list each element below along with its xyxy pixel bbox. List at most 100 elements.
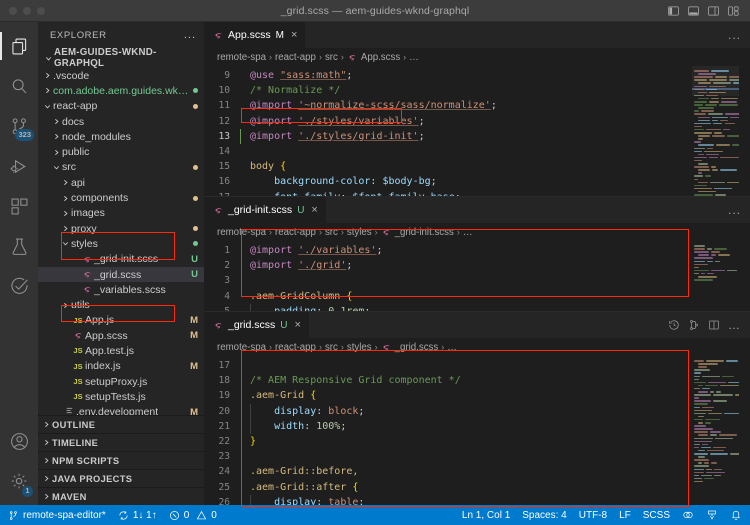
panel-left-icon[interactable] (667, 5, 680, 17)
breadcrumb-segment[interactable]: … (409, 52, 419, 63)
code-line[interactable]: 25.aem-Grid::after { (204, 480, 692, 495)
tree-item-react-app[interactable]: react-app (38, 99, 204, 114)
activity-manage[interactable]: 1 (0, 461, 38, 501)
split-editor-icon[interactable] (708, 319, 720, 331)
tab-close-icon[interactable]: × (295, 320, 301, 331)
tree-item-public[interactable]: public (38, 144, 204, 159)
code-line[interactable]: 23 (204, 449, 692, 464)
sidebar-panel-maven[interactable]: MAVEN (38, 487, 204, 505)
status-indentation[interactable]: Spaces: 4 (516, 505, 572, 525)
breadcrumb-segment[interactable]: … (447, 342, 457, 353)
minimize-window-button[interactable] (23, 7, 31, 15)
tree-item-styles[interactable]: styles (38, 236, 204, 251)
tree-item-components[interactable]: components (38, 190, 204, 205)
overview-ruler-3[interactable] (739, 356, 750, 505)
activity-accounts[interactable] (0, 421, 38, 461)
breadcrumb-segment[interactable]: remote-spa (217, 342, 266, 353)
close-window-button[interactable] (9, 7, 17, 15)
code-line[interactable]: 22} (204, 434, 692, 449)
code-line[interactable]: 20 display: block; (204, 404, 692, 419)
code-line[interactable]: 17 (204, 358, 692, 373)
tree-item--grid-init-scss[interactable]: _grid-init.scssU (38, 252, 204, 267)
activity-todo-tree[interactable] (0, 266, 38, 306)
tree-item-setuptests-js[interactable]: JSsetupTests.js (38, 389, 204, 404)
tab-bar-actions-2[interactable]: ... (728, 197, 750, 223)
breadcrumb-segment[interactable]: src (325, 52, 338, 63)
customize-layout-icon[interactable] (727, 5, 740, 17)
chevron-right-icon[interactable] (60, 224, 71, 233)
code-line[interactable]: 13@import './styles/grid-init'; (204, 129, 692, 144)
code-line[interactable]: 10/* Normalize */ (204, 83, 692, 98)
history-icon[interactable] (668, 319, 680, 331)
panel-bottom-icon[interactable] (687, 5, 700, 17)
sidebar-panel-timeline[interactable]: TIMELINE (38, 433, 204, 451)
breadcrumb-segment[interactable]: src (325, 227, 338, 238)
code-line[interactable]: 5 padding: 0 1rem; (204, 304, 692, 311)
maximize-window-button[interactable] (37, 7, 45, 15)
file-tree[interactable]: .vscodecom.adobe.aem.guides.wkn…react-ap… (38, 68, 204, 415)
overview-ruler-1[interactable] (739, 66, 750, 196)
activity-explorer[interactable] (0, 26, 38, 66)
breadcrumb-segment[interactable]: App.scss (361, 52, 400, 63)
code-line[interactable]: 15body { (204, 159, 692, 174)
tab-close-icon[interactable]: × (291, 30, 297, 41)
status-language-mode[interactable]: SCSS (637, 505, 676, 525)
activity-search[interactable] (0, 66, 38, 106)
status-encoding[interactable]: UTF-8 (573, 505, 613, 525)
tab-grid-scss[interactable]: _grid.scss U × (204, 312, 310, 338)
tab-bar-actions-1[interactable]: ... (728, 22, 750, 48)
status-remote-host[interactable] (700, 505, 724, 525)
breadcrumb-3[interactable]: remote-spa›react-app›src›styles›_grid.sc… (204, 338, 750, 356)
breadcrumb-segment[interactable]: _grid.scss (395, 342, 439, 353)
code-line[interactable]: 21 width: 100%; (204, 419, 692, 434)
tab-grid-init-scss[interactable]: _grid-init.scss U × (204, 197, 327, 223)
sidebar-panel-java-projects[interactable]: JAVA PROJECTS (38, 469, 204, 487)
tab-close-icon[interactable]: × (311, 205, 317, 216)
activity-testing[interactable] (0, 226, 38, 266)
code-line[interactable]: 2@import './grid'; (204, 258, 692, 273)
compare-changes-icon[interactable] (688, 319, 700, 331)
code-line[interactable]: 26 display: table; (204, 495, 692, 505)
chevron-right-icon[interactable] (60, 301, 71, 310)
status-cursor-position[interactable]: Ln 1, Col 1 (456, 505, 516, 525)
tree-item-proxy[interactable]: proxy (38, 221, 204, 236)
code-line[interactable]: 12@import './styles/variables'; (204, 114, 692, 129)
chevron-right-icon[interactable] (51, 148, 62, 157)
chevron-right-icon[interactable] (60, 194, 71, 203)
workspace-root-row[interactable]: AEM-GUIDES-WKND-GRAPHQL (38, 48, 204, 68)
code-line[interactable]: 14 (204, 144, 692, 159)
code-line[interactable]: 16 background-color: $body-bg; (204, 174, 692, 189)
code-line[interactable]: 1@import './variables'; (204, 243, 692, 258)
status-notifications[interactable] (724, 505, 748, 525)
status-prettier[interactable] (676, 505, 700, 525)
breadcrumb-segment[interactable]: _grid-init.scss (395, 227, 454, 238)
chevron-right-icon[interactable] (60, 178, 71, 187)
chevron-right-icon[interactable] (60, 209, 71, 218)
overview-ruler-2[interactable] (739, 241, 750, 311)
tree-item-docs[interactable]: docs (38, 114, 204, 129)
breadcrumb-1[interactable]: remote-spa›react-app›src›App.scss›… (204, 48, 750, 66)
activity-extensions[interactable] (0, 186, 38, 226)
tree-item-utils[interactable]: utils (38, 297, 204, 312)
activity-source-control[interactable]: 323 (0, 106, 38, 146)
breadcrumb-segment[interactable]: styles (347, 342, 372, 353)
status-problems[interactable]: 0 0 (163, 505, 223, 525)
breadcrumb-segment[interactable]: … (463, 227, 473, 238)
tree-item-setupproxy-js[interactable]: JSsetupProxy.js (38, 374, 204, 389)
status-remote-branch[interactable]: remote-spa-editor* (2, 505, 112, 525)
tree-item--env-development[interactable]: .env.developmentM (38, 405, 204, 415)
chevron-down-icon[interactable] (42, 102, 53, 111)
tree-item-app-test-js[interactable]: JSApp.test.js (38, 343, 204, 358)
more-actions-icon[interactable]: … (728, 323, 741, 327)
code-line[interactable]: 3 (204, 273, 692, 288)
code-content-1[interactable]: 9@use "sass:math";10/* Normalize */11@im… (204, 66, 692, 196)
sidebar-panel-npm-scripts[interactable]: NPM SCRIPTS (38, 451, 204, 469)
explorer-more-actions[interactable]: ... (184, 32, 196, 38)
breadcrumb-segment[interactable]: react-app (275, 227, 316, 238)
code-line[interactable]: 11@import '~normalize-scss/sass/normaliz… (204, 98, 692, 113)
layout-controls[interactable] (667, 5, 750, 17)
sidebar-panel-outline[interactable]: OUTLINE (38, 415, 204, 433)
chevron-right-icon[interactable] (51, 132, 62, 141)
status-sync-changes[interactable]: 1↓ 1↑ (112, 505, 163, 525)
code-line[interactable]: 18/* AEM Responsive Grid component */ (204, 373, 692, 388)
